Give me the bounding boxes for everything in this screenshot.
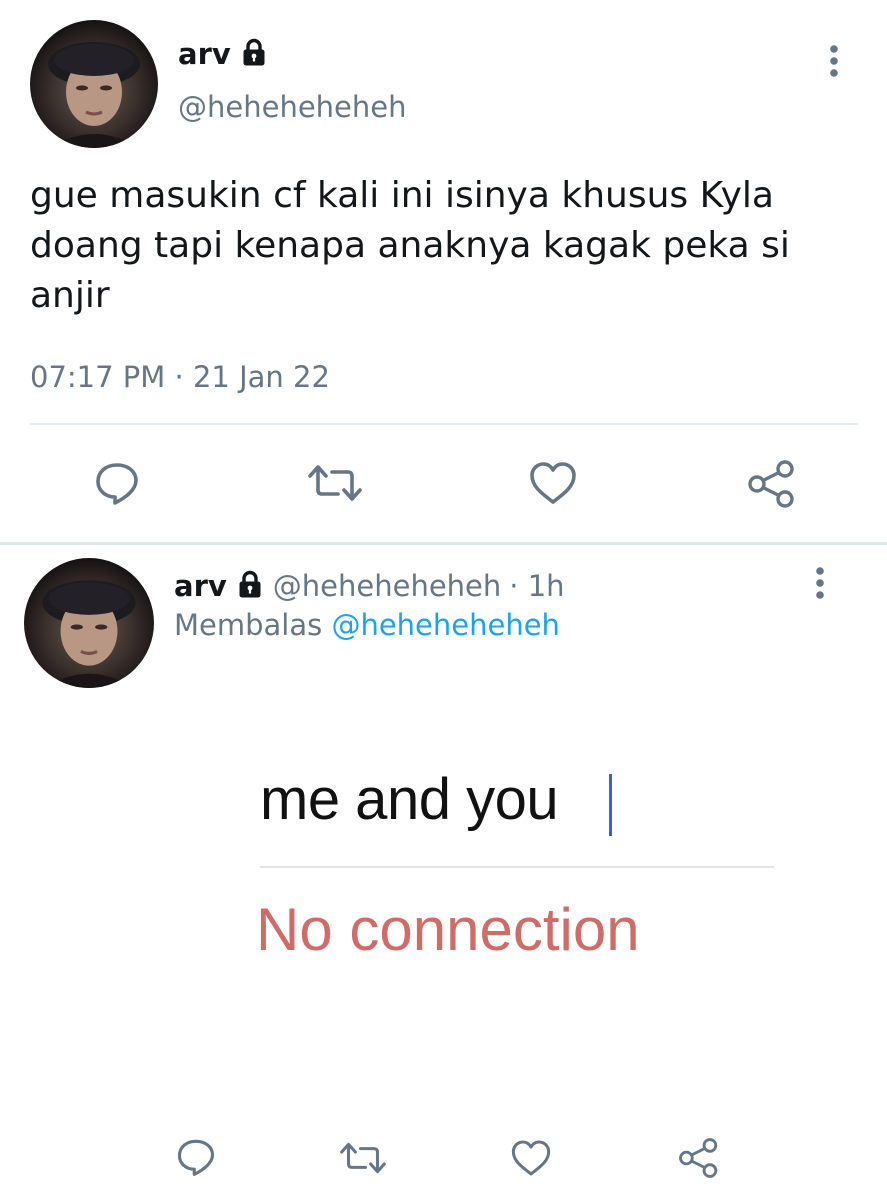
reply-icon[interactable] <box>94 460 140 506</box>
retweet-icon[interactable] <box>308 460 362 506</box>
divider <box>30 423 858 425</box>
reply-icon[interactable] <box>176 1137 216 1177</box>
avatar[interactable] <box>30 20 158 148</box>
like-icon[interactable] <box>510 1138 552 1178</box>
replying-to-line: Membalas @heheheheheh <box>174 608 560 642</box>
retweet-icon[interactable] <box>340 1138 386 1178</box>
more-options-icon[interactable] <box>812 566 828 602</box>
embedded-input-text: me and you <box>260 767 559 832</box>
avatar-photo <box>42 580 136 688</box>
author-name[interactable]: arv <box>174 569 227 603</box>
like-icon[interactable] <box>528 460 578 506</box>
text-caret <box>609 774 612 836</box>
time-ago: · 1h <box>509 569 565 603</box>
tweet-text: gue masukin cf kali ini isinya khusus Ky… <box>30 175 790 316</box>
more-options-icon[interactable] <box>826 44 842 80</box>
avatar[interactable] <box>24 558 154 688</box>
replying-to-prefix: Membalas <box>174 608 323 642</box>
embedded-error-text: No connection <box>256 896 640 963</box>
author-name[interactable]: arv <box>178 37 231 71</box>
share-icon[interactable] <box>678 1137 720 1179</box>
author-handle[interactable]: @heheheheheh <box>178 90 407 124</box>
lock-icon <box>235 569 265 603</box>
author-handle[interactable]: @heheheheheh <box>273 569 502 603</box>
share-icon[interactable] <box>747 460 797 508</box>
tweet-timestamp[interactable]: 07:17 PM · 21 Jan 22 <box>30 360 330 394</box>
reply-author-row: arv @heheheheheh · 1h <box>174 566 565 606</box>
tweet-separator <box>0 542 887 545</box>
input-underline <box>260 866 774 868</box>
lock-icon <box>239 37 269 71</box>
avatar-photo <box>48 42 140 148</box>
author-row: arv <box>178 34 269 74</box>
replying-to-link[interactable]: @heheheheheh <box>331 608 560 642</box>
